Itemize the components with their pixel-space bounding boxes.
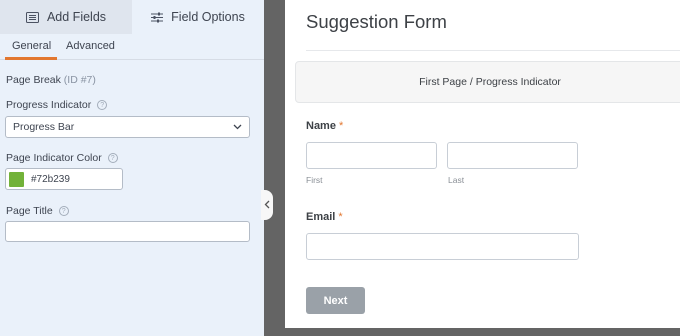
subtab-advanced[interactable]: Advanced <box>66 40 115 52</box>
page-indicator-color-label: Page Indicator Color ? <box>6 152 118 164</box>
field-type-name: Page Break <box>6 74 61 86</box>
first-sublabel: First <box>306 175 323 185</box>
active-subtab-indicator <box>5 57 57 60</box>
last-sublabel: Last <box>448 175 465 185</box>
progress-indicator-label: Progress Indicator ? <box>6 99 108 111</box>
last-name-input[interactable] <box>447 142 578 169</box>
help-icon[interactable]: ? <box>58 206 69 216</box>
color-hex-value: #72b239 <box>31 173 70 185</box>
sliders-icon <box>151 12 164 23</box>
tab-field-options-label: Field Options <box>171 10 245 24</box>
list-icon <box>25 11 39 23</box>
page-title-label: Page Title ? <box>6 205 69 217</box>
collapse-panel-handle[interactable] <box>261 190 273 220</box>
progress-indicator-label-text: Progress Indicator <box>6 99 92 111</box>
subtab-general[interactable]: General <box>12 40 51 52</box>
page-title-label-text: Page Title <box>6 205 53 217</box>
page-title-input[interactable] <box>5 221 250 242</box>
required-asterisk: * <box>338 211 343 223</box>
title-divider <box>306 50 680 51</box>
help-icon[interactable]: ? <box>107 153 118 163</box>
progress-indicator-select[interactable]: Progress Bar <box>5 116 250 138</box>
chevron-left-icon <box>264 196 270 214</box>
page-break-bar[interactable]: First Page / Progress Indicator <box>295 61 680 103</box>
progress-indicator-value: Progress Bar <box>13 121 75 133</box>
first-name-input[interactable] <box>306 142 437 169</box>
page-indicator-color-label-text: Page Indicator Color <box>6 152 102 164</box>
color-swatch[interactable] <box>9 171 24 187</box>
tab-add-fields-label: Add Fields <box>46 10 107 24</box>
form-preview: Suggestion Form First Page / Progress In… <box>285 0 680 328</box>
email-label-text: Email <box>306 211 336 223</box>
form-title: Suggestion Form <box>306 11 447 32</box>
required-asterisk: * <box>338 120 344 132</box>
panel-tabs: Add Fields Field Options <box>0 0 264 34</box>
options-subtabs: General Advanced <box>0 34 264 60</box>
tab-add-fields[interactable]: Add Fields <box>0 0 132 34</box>
field-options-panel: Add Fields Field Options General Advance… <box>0 0 264 336</box>
name-label-text: Name <box>306 120 336 132</box>
help-icon[interactable]: ? <box>97 100 108 110</box>
field-id: (ID #7) <box>63 74 96 86</box>
field-heading: Page Break (ID #7) <box>6 74 96 86</box>
email-field-label: Email * <box>306 211 343 223</box>
page-indicator-color-field[interactable]: #72b239 <box>5 168 123 190</box>
name-field-label: Name * <box>306 120 343 132</box>
next-button[interactable]: Next <box>306 287 365 314</box>
email-input[interactable] <box>306 233 579 260</box>
tab-field-options[interactable]: Field Options <box>132 0 264 34</box>
chevron-down-icon <box>233 121 242 133</box>
